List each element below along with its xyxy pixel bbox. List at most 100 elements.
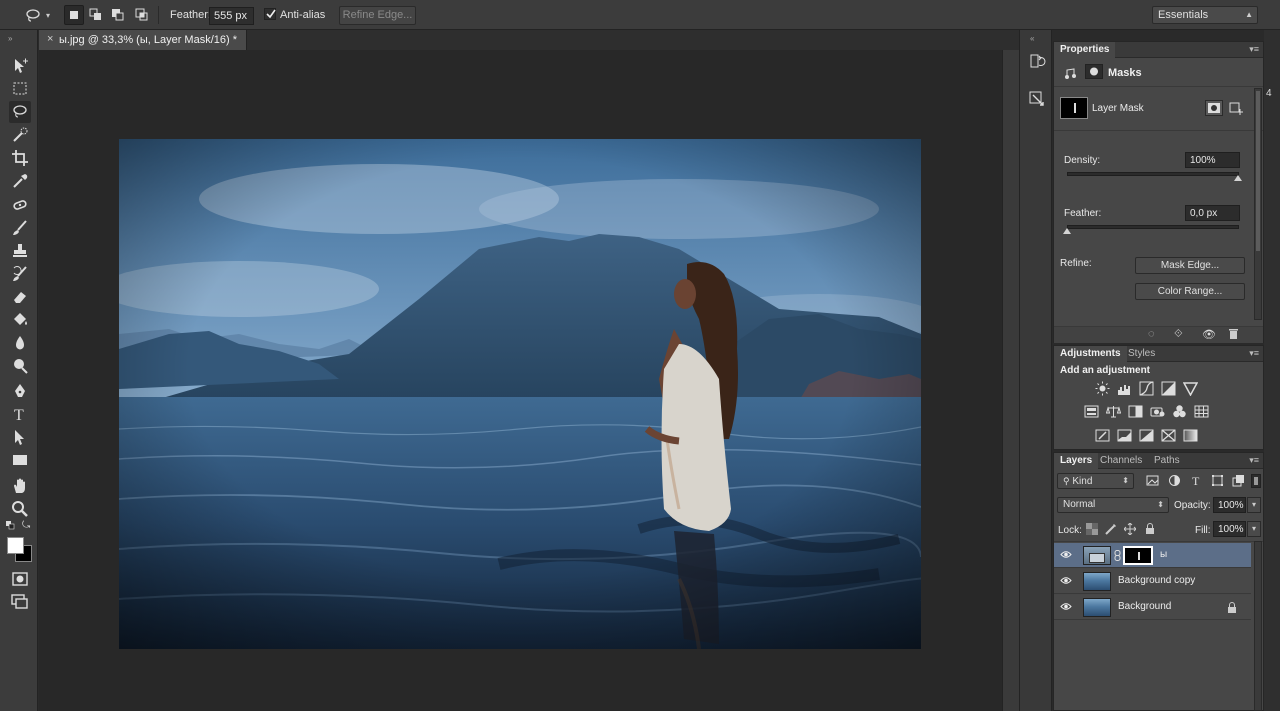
- quick-mask-icon[interactable]: [9, 568, 31, 590]
- type-tool-icon[interactable]: T: [9, 403, 31, 425]
- filter-smart-object-icon[interactable]: [1232, 474, 1245, 487]
- color-lookup-icon[interactable]: [1194, 404, 1209, 419]
- default-colors-icon[interactable]: [6, 521, 16, 531]
- layer-mask-thumbnail[interactable]: [1123, 546, 1153, 565]
- panel-menu-icon[interactable]: ▾≡: [1249, 348, 1259, 359]
- history-brush-tool-icon[interactable]: [9, 263, 31, 285]
- canvas-scrollbar[interactable]: [1002, 50, 1019, 711]
- add-vector-mask-button[interactable]: [1228, 100, 1246, 116]
- fill-dropdown-icon[interactable]: ▾: [1247, 521, 1261, 537]
- gradient-map-icon[interactable]: [1183, 428, 1198, 443]
- lock-pixels-icon[interactable]: [1105, 523, 1117, 535]
- pixel-mask-icon[interactable]: [1064, 66, 1078, 83]
- curves-icon[interactable]: [1139, 381, 1154, 396]
- filter-toggle[interactable]: [1251, 474, 1261, 488]
- filter-pixel-icon[interactable]: [1146, 474, 1159, 487]
- subtract-from-selection-icon[interactable]: [108, 5, 128, 25]
- swap-colors-icon[interactable]: ⤿: [22, 520, 34, 532]
- layer-row-background-copy[interactable]: Background copy: [1054, 569, 1251, 594]
- intersect-selection-icon[interactable]: [132, 5, 152, 25]
- workspace-select[interactable]: Essentials ▲: [1152, 6, 1258, 24]
- collapse-arrows-icon[interactable]: »: [8, 34, 12, 43]
- tab-properties[interactable]: Properties: [1054, 42, 1116, 58]
- exposure-icon[interactable]: [1161, 381, 1176, 396]
- mask-link-chain-icon[interactable]: [1114, 550, 1121, 561]
- pen-tool-icon[interactable]: [9, 380, 31, 402]
- lasso-tool-preset-icon[interactable]: [22, 5, 42, 25]
- blur-tool-icon[interactable]: [9, 332, 31, 354]
- color-range-button[interactable]: Color Range...: [1135, 283, 1245, 300]
- collapse-arrows-icon[interactable]: «: [1030, 34, 1034, 43]
- visibility-eye-icon[interactable]: 👁: [1202, 328, 1216, 341]
- tab-styles[interactable]: Styles: [1122, 346, 1161, 362]
- feather-slider-thumb[interactable]: [1063, 228, 1071, 234]
- lock-all-icon[interactable]: [1144, 523, 1156, 535]
- levels-icon[interactable]: [1117, 381, 1132, 396]
- fill-input[interactable]: 100%: [1213, 521, 1246, 537]
- quick-selection-tool-icon[interactable]: [9, 124, 31, 146]
- filter-type-icon[interactable]: T: [1190, 474, 1203, 487]
- select-pixel-mask-button[interactable]: [1205, 100, 1223, 116]
- layer-row-background[interactable]: Background: [1054, 595, 1251, 620]
- layer-filter-select[interactable]: ⚲ Kind ⬍: [1057, 473, 1134, 489]
- close-tab-icon[interactable]: ×: [47, 33, 53, 45]
- info-panel-icon[interactable]: [1028, 90, 1046, 108]
- add-to-selection-icon[interactable]: [86, 5, 106, 25]
- invert-icon[interactable]: [1095, 428, 1110, 443]
- opacity-dropdown-icon[interactable]: ▾: [1247, 497, 1261, 513]
- foreground-color-swatch[interactable]: [7, 537, 24, 554]
- lasso-tool-icon[interactable]: [9, 101, 31, 123]
- tab-channels[interactable]: Channels: [1094, 453, 1148, 469]
- posterize-icon[interactable]: [1117, 428, 1132, 443]
- clone-stamp-tool-icon[interactable]: [9, 240, 31, 262]
- feather-input[interactable]: 555 px: [209, 7, 254, 25]
- zoom-tool-icon[interactable]: [9, 498, 31, 520]
- document-image[interactable]: [119, 139, 921, 649]
- chevron-down-icon[interactable]: ▾: [46, 11, 50, 20]
- blend-mode-select[interactable]: Normal ⬍: [1057, 497, 1169, 513]
- hand-tool-icon[interactable]: [9, 475, 31, 497]
- dodge-tool-icon[interactable]: [9, 355, 31, 377]
- tab-adjustments[interactable]: Adjustments: [1054, 346, 1127, 362]
- color-balance-icon[interactable]: [1106, 404, 1121, 419]
- channel-mixer-icon[interactable]: [1172, 404, 1187, 419]
- layer-mask-thumbnail[interactable]: [1060, 97, 1088, 119]
- hue-saturation-icon[interactable]: [1084, 404, 1099, 419]
- tab-layers[interactable]: Layers: [1054, 453, 1099, 469]
- marquee-tool-icon[interactable]: [9, 78, 31, 100]
- rectangle-tool-icon[interactable]: [9, 449, 31, 471]
- eyedropper-tool-icon[interactable]: [9, 170, 31, 192]
- history-panel-icon[interactable]: [1028, 52, 1046, 70]
- filter-adjustment-icon[interactable]: [1168, 474, 1181, 487]
- move-tool-icon[interactable]: [9, 55, 31, 77]
- crop-tool-icon[interactable]: [9, 147, 31, 169]
- black-white-icon[interactable]: [1128, 404, 1143, 419]
- lock-position-icon[interactable]: [1124, 523, 1136, 535]
- opacity-input[interactable]: 100%: [1213, 497, 1246, 513]
- apply-mask-icon[interactable]: ⟐: [1174, 328, 1183, 341]
- vibrance-icon[interactable]: [1183, 381, 1198, 396]
- screen-mode-icon[interactable]: [9, 590, 31, 612]
- eraser-tool-icon[interactable]: [9, 286, 31, 308]
- refine-edge-button[interactable]: Refine Edge...: [339, 6, 416, 25]
- masks-icon[interactable]: [1085, 64, 1103, 79]
- path-selection-tool-icon[interactable]: [9, 426, 31, 448]
- panel-menu-icon[interactable]: ▾≡: [1249, 455, 1259, 466]
- delete-mask-icon[interactable]: [1228, 328, 1239, 343]
- density-slider[interactable]: [1067, 172, 1239, 176]
- tab-paths[interactable]: Paths: [1148, 453, 1186, 469]
- spot-healing-tool-icon[interactable]: [9, 194, 31, 216]
- density-slider-thumb[interactable]: [1234, 175, 1242, 181]
- density-input[interactable]: 100%: [1185, 152, 1240, 168]
- new-selection-icon[interactable]: [64, 5, 84, 25]
- canvas-area[interactable]: [39, 50, 1002, 711]
- properties-scrollbar[interactable]: [1254, 88, 1262, 320]
- filter-shape-icon[interactable]: [1211, 474, 1224, 487]
- mask-edge-button[interactable]: Mask Edge...: [1135, 257, 1245, 274]
- antialias-checkbox[interactable]: [264, 8, 276, 20]
- photo-filter-icon[interactable]: [1150, 404, 1165, 419]
- threshold-icon[interactable]: [1139, 428, 1154, 443]
- visibility-eye-icon[interactable]: [1060, 550, 1072, 559]
- brightness-contrast-icon[interactable]: [1095, 381, 1110, 396]
- feather-slider[interactable]: [1067, 225, 1239, 229]
